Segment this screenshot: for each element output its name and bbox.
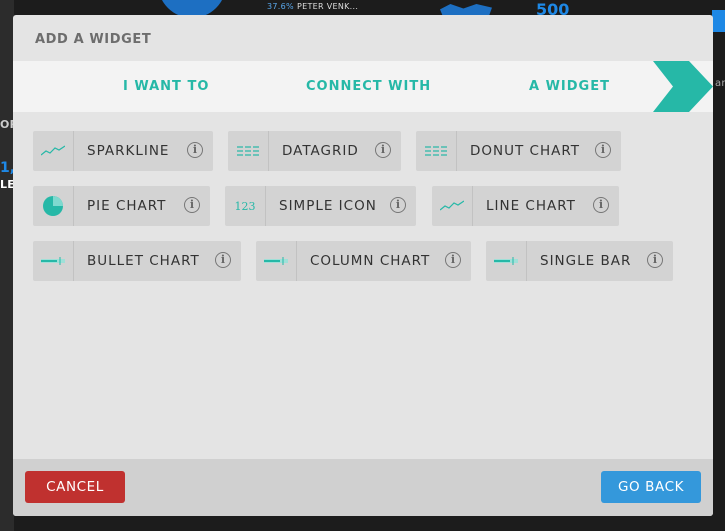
info-icon[interactable]: i bbox=[445, 252, 461, 268]
step-connect-with[interactable]: CONNECT WITH bbox=[306, 61, 431, 112]
column-chart-icon bbox=[256, 241, 297, 281]
pie-chart-icon bbox=[33, 186, 74, 226]
info-icon[interactable]: i bbox=[593, 197, 609, 213]
widget-datagrid[interactable]: DATAGRID i bbox=[228, 131, 401, 171]
background-blue-block bbox=[712, 10, 725, 32]
widget-label: DONUT CHART bbox=[470, 143, 580, 159]
widget-label: LINE CHART bbox=[486, 198, 576, 214]
wizard-steps: I WANT TO CONNECT WITH A WIDGET bbox=[13, 61, 713, 112]
widget-simple-icon[interactable]: 123 SIMPLE ICON i bbox=[225, 186, 416, 226]
widget-bullet-chart[interactable]: BULLET CHART i bbox=[33, 241, 241, 281]
widget-single-bar[interactable]: SINGLE BAR i bbox=[486, 241, 673, 281]
widget-pie-chart[interactable]: PIE CHART i bbox=[33, 186, 210, 226]
simple-icon-icon: 123 bbox=[225, 186, 266, 226]
sparkline-icon bbox=[33, 131, 74, 171]
current-step-arrow bbox=[653, 61, 713, 112]
step-a-widget[interactable]: A WIDGET bbox=[529, 61, 610, 112]
info-icon[interactable]: i bbox=[647, 252, 663, 268]
widget-label: PIE CHART bbox=[87, 198, 167, 214]
info-icon[interactable]: i bbox=[595, 142, 611, 158]
go-back-button[interactable]: GO BACK bbox=[601, 471, 701, 503]
background-percentage: 37.6% bbox=[267, 2, 294, 11]
step-i-want-to[interactable]: I WANT TO bbox=[123, 61, 209, 112]
modal-footer: CANCEL GO BACK bbox=[13, 459, 713, 516]
add-widget-modal: ADD A WIDGET I WANT TO CONNECT WITH A WI… bbox=[13, 15, 713, 516]
simple-icon-glyph: 123 bbox=[234, 199, 256, 213]
info-icon[interactable]: i bbox=[184, 197, 200, 213]
widget-label: COLUMN CHART bbox=[310, 253, 431, 269]
line-chart-icon bbox=[432, 186, 473, 226]
widget-label: BULLET CHART bbox=[87, 253, 200, 269]
widget-label: SINGLE BAR bbox=[540, 253, 632, 269]
bullet-chart-icon bbox=[33, 241, 74, 281]
info-icon[interactable]: i bbox=[215, 252, 231, 268]
widget-label: DATAGRID bbox=[282, 143, 359, 159]
widget-label: SPARKLINE bbox=[87, 143, 170, 159]
widget-donut-chart[interactable]: DONUT CHART i bbox=[416, 131, 621, 171]
single-bar-icon bbox=[486, 241, 527, 281]
widget-column-chart[interactable]: COLUMN CHART i bbox=[256, 241, 471, 281]
donut-chart-icon bbox=[416, 131, 457, 171]
info-icon[interactable]: i bbox=[390, 197, 406, 213]
background-panel bbox=[0, 0, 14, 531]
datagrid-icon bbox=[228, 131, 269, 171]
background-right-text: am bbox=[715, 78, 725, 89]
info-icon[interactable]: i bbox=[187, 142, 203, 158]
info-icon[interactable]: i bbox=[375, 142, 391, 158]
widget-line-chart[interactable]: LINE CHART i bbox=[432, 186, 619, 226]
cancel-button[interactable]: CANCEL bbox=[25, 471, 125, 503]
widget-sparkline[interactable]: SPARKLINE i bbox=[33, 131, 213, 171]
widget-label: SIMPLE ICON bbox=[279, 198, 377, 214]
background-person-name: PETER VENK... bbox=[297, 2, 359, 11]
modal-title: ADD A WIDGET bbox=[35, 32, 152, 47]
